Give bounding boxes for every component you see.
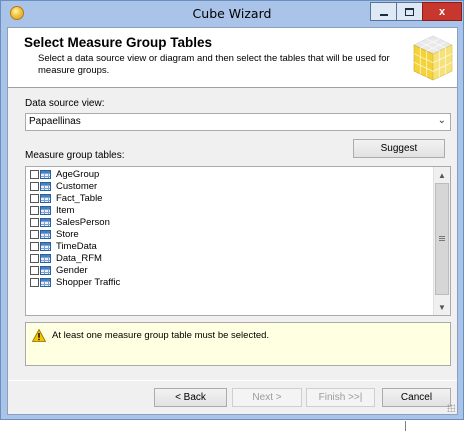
table-list-item[interactable]: SalesPerson bbox=[26, 216, 430, 228]
table-checkbox[interactable] bbox=[30, 265, 39, 275]
table-name: Item bbox=[56, 204, 75, 216]
suggest-button[interactable]: Suggest bbox=[353, 139, 445, 158]
warning-icon bbox=[32, 329, 46, 342]
close-icon: x bbox=[438, 5, 446, 18]
finish-button[interactable]: Finish >>| bbox=[306, 388, 375, 407]
table-name: Customer bbox=[56, 180, 98, 192]
table-list-item[interactable]: Gender bbox=[26, 264, 430, 276]
scroll-thumb[interactable] bbox=[435, 183, 449, 295]
scroll-up-icon[interactable]: ▲ bbox=[434, 168, 450, 182]
table-name: Shopper Traffic bbox=[56, 276, 121, 288]
table-checkbox[interactable] bbox=[30, 277, 39, 287]
data-source-view-select[interactable]: Papaellinas ⌄ bbox=[25, 113, 451, 131]
table-list-item[interactable]: Customer bbox=[26, 180, 430, 192]
chevron-down-icon[interactable]: ⌄ bbox=[438, 115, 446, 126]
table-name: AgeGroup bbox=[56, 168, 100, 180]
resize-grip-icon[interactable] bbox=[447, 404, 455, 412]
table-icon bbox=[40, 253, 51, 263]
data-source-view-value: Papaellinas bbox=[29, 116, 81, 127]
table-icon bbox=[40, 217, 51, 227]
table-checkbox[interactable] bbox=[30, 181, 39, 191]
back-button[interactable]: < Back bbox=[154, 388, 227, 407]
close-button[interactable]: x bbox=[422, 2, 462, 21]
table-checkbox[interactable] bbox=[30, 229, 39, 239]
table-checkbox[interactable] bbox=[30, 205, 39, 215]
minimize-icon bbox=[379, 13, 388, 16]
data-source-view-label: Data source view: bbox=[25, 98, 105, 109]
table-list-item[interactable]: Data_RFM bbox=[26, 252, 430, 264]
table-list-items: AgeGroup Customer Fact_Table Item SalesPerso… bbox=[26, 168, 430, 288]
cube-wizard-window: Cube Wizard x Select Measure Group Table… bbox=[0, 0, 464, 420]
minimize-button[interactable] bbox=[370, 2, 397, 21]
table-checkbox[interactable] bbox=[30, 241, 39, 251]
table-name: Store bbox=[56, 228, 79, 240]
table-list-item[interactable]: Fact_Table bbox=[26, 192, 430, 204]
validation-message-box: At least one measure group table must be… bbox=[25, 322, 451, 366]
table-list-item[interactable]: Item bbox=[26, 204, 430, 216]
cube-icon bbox=[413, 35, 453, 81]
background-text-cursor bbox=[405, 421, 406, 431]
table-name: TimeData bbox=[56, 240, 97, 252]
table-name: Gender bbox=[56, 264, 88, 276]
cancel-button[interactable]: Cancel bbox=[382, 388, 451, 407]
footer-divider bbox=[8, 380, 457, 381]
grip-icon bbox=[439, 236, 445, 237]
measure-group-tables-list[interactable]: AgeGroup Customer Fact_Table Item SalesPerso… bbox=[25, 166, 451, 316]
table-list-item[interactable]: TimeData bbox=[26, 240, 430, 252]
validation-message: At least one measure group table must be… bbox=[52, 330, 270, 341]
table-icon bbox=[40, 205, 51, 215]
table-checkbox[interactable] bbox=[30, 169, 39, 179]
table-name: SalesPerson bbox=[56, 216, 110, 228]
maximize-button[interactable] bbox=[396, 2, 423, 21]
vertical-scrollbar[interactable]: ▲ ▼ bbox=[433, 167, 450, 315]
table-icon bbox=[40, 193, 51, 203]
wizard-body: Select Measure Group Tables Select a dat… bbox=[7, 27, 458, 415]
table-checkbox[interactable] bbox=[30, 217, 39, 227]
next-button[interactable]: Next > bbox=[232, 388, 302, 407]
table-list-item[interactable]: AgeGroup bbox=[26, 168, 430, 180]
table-list-item[interactable]: Shopper Traffic bbox=[26, 276, 430, 288]
table-name: Data_RFM bbox=[56, 252, 102, 264]
table-icon bbox=[40, 277, 51, 287]
table-icon bbox=[40, 169, 51, 179]
page-title: Select Measure Group Tables bbox=[24, 35, 213, 50]
wizard-header: Select Measure Group Tables Select a dat… bbox=[8, 28, 457, 88]
title-bar[interactable]: Cube Wizard x bbox=[1, 1, 463, 27]
table-checkbox[interactable] bbox=[30, 253, 39, 263]
table-checkbox[interactable] bbox=[30, 193, 39, 203]
table-icon bbox=[40, 181, 51, 191]
measure-group-tables-label: Measure group tables: bbox=[25, 150, 125, 161]
page-description: Select a data source view or diagram and… bbox=[38, 53, 390, 76]
table-icon bbox=[40, 229, 51, 239]
table-icon bbox=[40, 265, 51, 275]
maximize-icon bbox=[405, 7, 414, 16]
scroll-down-icon[interactable]: ▼ bbox=[434, 300, 450, 314]
table-name: Fact_Table bbox=[56, 192, 103, 204]
table-list-item[interactable]: Store bbox=[26, 228, 430, 240]
table-icon bbox=[40, 241, 51, 251]
